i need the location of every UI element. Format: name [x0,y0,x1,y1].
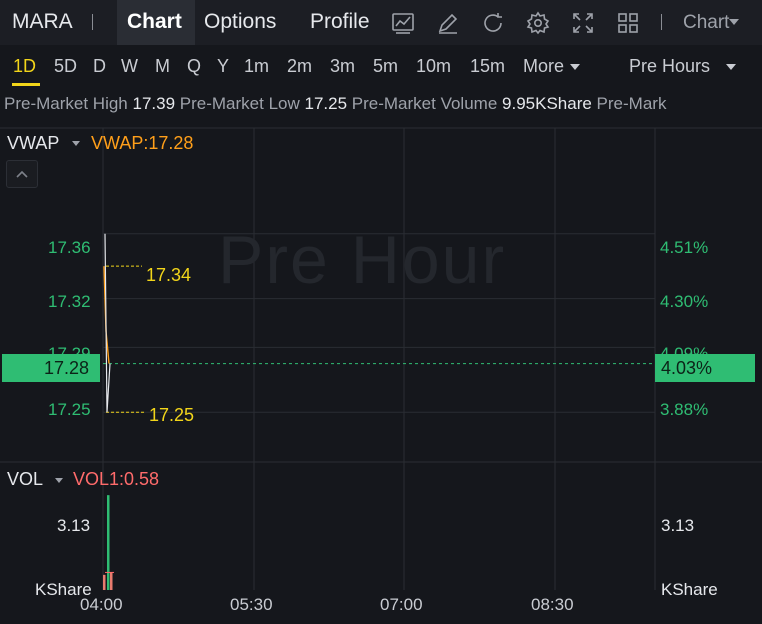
interval-15m[interactable]: 15m [470,56,505,77]
high-marker-label: 17.34 [146,265,192,285]
fullscreen-icon[interactable] [571,11,595,35]
price-line [104,233,111,413]
active-interval-underline [12,83,40,86]
interval-m[interactable]: M [155,56,170,77]
price-chart[interactable] [0,126,762,624]
info-low-value: 17.25 [304,94,348,113]
pct-tick: 4.30% [660,292,709,311]
line-chart-icon[interactable] [391,11,415,35]
pct-tick: 4.51% [660,238,709,257]
vwap-value: VWAP:17.28 [91,133,194,153]
draw-pen-icon[interactable] [436,11,460,35]
vwap-indicator-name[interactable]: VWAP [7,133,59,154]
interval-3m[interactable]: 3m [330,56,355,77]
refresh-icon[interactable] [481,11,505,35]
vol-right-unit: KShare [661,580,718,599]
volume-bar [110,572,113,590]
chart-grid [0,127,762,590]
interval-more[interactable]: More [523,56,564,77]
vol-value: VOL1:0.58 [73,469,160,489]
nav-divider [661,14,662,30]
session-watermark: Pre Hour [218,222,507,298]
interval-10m[interactable]: 10m [416,56,451,77]
time-tick: 08:30 [531,595,574,614]
more-caret-icon[interactable] [570,64,580,70]
top-nav-bar: MARA Chart Options Profile Chart [0,0,762,45]
chart-type-dropdown[interactable]: Chart [683,12,729,34]
time-tick: 07:00 [380,595,423,614]
price-tick: 17.32 [48,292,91,311]
vol-right-tick: 3.13 [661,516,695,535]
premarket-info-bar: Pre-Market High 17.39 Pre-Market Low 17.… [0,94,762,120]
info-volume-value: 9.95KShare [502,94,592,113]
vol-indicator-name[interactable]: VOL [7,469,43,490]
settings-gear-icon[interactable] [526,11,550,35]
nav-divider [92,14,93,30]
info-high: Pre-Market High 17.39 Pre-Market Low 17.… [4,94,666,114]
interval-2m[interactable]: 2m [287,56,312,77]
interval-y[interactable]: Y [217,56,229,77]
pct-tick: 3.88% [660,400,709,419]
time-tick: 04:00 [80,595,123,614]
collapse-button[interactable] [6,160,38,188]
interval-q[interactable]: Q [187,56,201,77]
layout-grid-icon[interactable] [616,11,640,35]
current-price-tag: 17.28 [2,354,100,382]
tab-profile[interactable]: Profile [310,10,370,34]
volume-bars [103,495,114,590]
price-tick: 17.36 [48,238,91,257]
current-change-tag: 4.03% [655,354,755,382]
volume-bar [107,495,110,590]
low-marker-label: 17.25 [149,405,195,425]
interval-d[interactable]: D [93,56,106,77]
session-selector[interactable]: Pre Hours [629,56,710,77]
interval-w[interactable]: W [121,56,138,77]
info-high-label: Pre-Market High [4,94,128,113]
interval-5m[interactable]: 5m [373,56,398,77]
volume-bar [103,574,106,590]
info-volume-label: Pre-Market Volume [351,94,498,113]
vol-left-tick: 3.13 [57,516,91,535]
current-price-value: 17.28 [44,358,90,378]
session-caret-icon[interactable] [726,64,736,70]
current-change-value: 4.03% [661,358,713,378]
info-high-value: 17.39 [132,94,176,113]
tab-options[interactable]: Options [204,10,276,34]
info-truncated-label: Pre-Mark [596,94,667,113]
interval-1m[interactable]: 1m [244,56,269,77]
time-tick: 05:30 [230,595,273,614]
ticker-symbol[interactable]: MARA [12,10,73,34]
vwap-caret-icon[interactable] [72,141,80,146]
vol-caret-icon[interactable] [55,478,63,483]
tab-chart[interactable]: Chart [127,10,182,34]
interval-1d[interactable]: 1D [13,56,36,77]
price-tick: 17.25 [48,400,91,419]
dropdown-caret-icon[interactable] [729,19,739,25]
interval-5d[interactable]: 5D [54,56,77,77]
info-low-label: Pre-Market Low [179,94,300,113]
chevron-up-icon [16,170,28,178]
